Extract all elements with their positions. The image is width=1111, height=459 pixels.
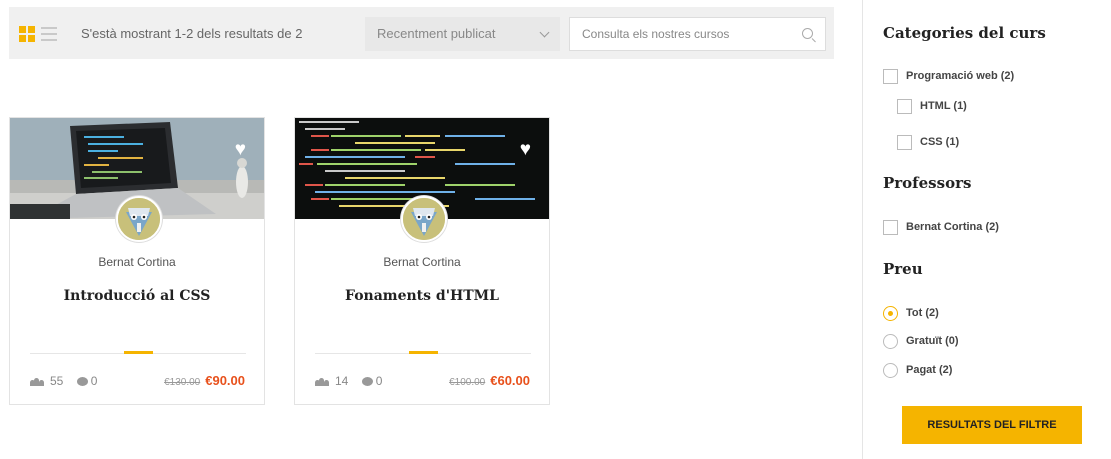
sale-price: €90.00 [205, 373, 245, 388]
course-card[interactable]: ♥ Bernat Cortina Introducció al CSS 55 0… [9, 117, 265, 405]
course-title[interactable]: Introducció al CSS [10, 288, 264, 304]
avatar[interactable] [116, 196, 162, 242]
course-teacher[interactable]: Bernat Cortina [295, 255, 549, 269]
original-price: €130.00 [164, 377, 201, 388]
checkbox[interactable] [883, 68, 898, 84]
price-filter-all[interactable]: Tot (2) [883, 305, 939, 321]
checkbox[interactable] [897, 134, 912, 150]
search-icon[interactable] [802, 28, 813, 39]
price-heading: Preu [883, 260, 923, 278]
course-card[interactable]: ♥ Bernat Cortina Fonaments d'HTML 14 0 €… [294, 117, 550, 405]
course-title[interactable]: Fonaments d'HTML [295, 288, 549, 304]
sidebar-divider [862, 0, 863, 459]
students-count: 55 [50, 374, 64, 388]
avatar[interactable] [401, 196, 447, 242]
teacher-filter-bernat-cortina[interactable]: Bernat Cortina (2) [883, 219, 999, 235]
checkbox[interactable] [883, 219, 898, 235]
category-filter-css[interactable]: CSS (1) [897, 134, 959, 150]
students-icon [30, 377, 44, 387]
heart-icon[interactable]: ♥ [520, 140, 531, 159]
card-divider-accent [409, 351, 438, 354]
sort-select-value: Recentment publicat [377, 26, 496, 41]
category-filter-programacio-web[interactable]: Programació web (2) [883, 68, 1014, 84]
price-filter-free[interactable]: Gratuït (0) [883, 333, 959, 349]
category-label: CSS (1) [920, 136, 960, 148]
course-stats: 55 0 [30, 374, 107, 388]
list-view-icon[interactable] [41, 26, 57, 42]
radio-button[interactable] [883, 333, 898, 349]
sort-select[interactable]: Recentment publicat [365, 17, 560, 51]
teacher-label: Bernat Cortina (2) [906, 221, 999, 233]
students-count: 14 [335, 374, 349, 388]
grid-view-icon[interactable] [19, 26, 35, 42]
price-label: Gratuït (0) [906, 335, 959, 347]
search-input[interactable] [570, 18, 790, 50]
comment-icon [76, 377, 88, 387]
comments-count: 0 [375, 374, 383, 388]
course-price: €100.00 €60.00 [449, 373, 530, 388]
price-label: Tot (2) [906, 307, 939, 319]
category-label: Programació web (2) [906, 70, 1015, 82]
archive-toolbar: S'està mostrant 1-2 dels resultats de 2 … [9, 7, 834, 59]
category-filter-html[interactable]: HTML (1) [897, 98, 967, 114]
course-teacher[interactable]: Bernat Cortina [10, 255, 264, 269]
checkbox[interactable] [897, 98, 912, 114]
comments-count: 0 [90, 374, 98, 388]
categories-heading: Categories del curs [883, 24, 1046, 42]
course-price: €130.00 €90.00 [164, 373, 245, 388]
filter-results-button[interactable]: RESULTATS DEL FILTRE [902, 406, 1082, 444]
comment-icon [361, 377, 373, 387]
sale-price: €60.00 [490, 373, 530, 388]
course-search [569, 17, 826, 51]
category-label: HTML (1) [920, 100, 967, 112]
teachers-heading: Professors [883, 174, 972, 192]
price-filter-paid[interactable]: Pagat (2) [883, 362, 952, 378]
chevron-down-icon [539, 27, 550, 38]
card-divider-accent [124, 351, 153, 354]
course-stats: 14 0 [315, 374, 392, 388]
heart-icon[interactable]: ♥ [235, 140, 246, 159]
radio-button[interactable] [883, 362, 898, 378]
result-count: S'està mostrant 1-2 dels resultats de 2 [81, 26, 303, 41]
original-price: €100.00 [449, 377, 486, 388]
radio-button[interactable] [883, 305, 898, 321]
price-label: Pagat (2) [906, 364, 953, 376]
students-icon [315, 377, 329, 387]
